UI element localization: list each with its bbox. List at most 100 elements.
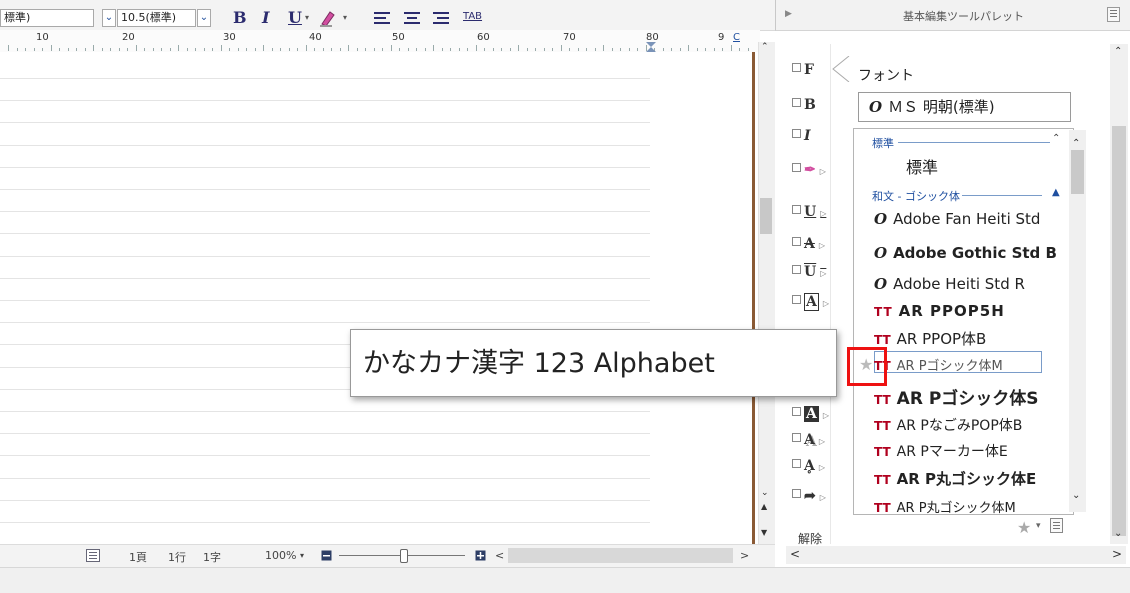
- ruler-tick: [594, 48, 596, 51]
- palette-collapse-icon[interactable]: ▶: [785, 9, 792, 19]
- chevron-up-icon[interactable]: ▲: [1052, 187, 1060, 198]
- opentype-icon: O: [869, 98, 883, 116]
- strikethrough-icon: A: [804, 236, 815, 252]
- list-item[interactable]: TT AR PPOP体B: [874, 328, 986, 349]
- chevron-down-icon[interactable]: ⌄: [197, 9, 211, 27]
- chevron-down-icon[interactable]: ▾: [1036, 521, 1041, 531]
- border-section-button[interactable]: A ▷: [792, 293, 832, 314]
- highlighter-icon[interactable]: [318, 8, 338, 28]
- ruler-tick: [526, 48, 528, 51]
- boxed-a-icon: A: [804, 293, 819, 311]
- ruler-tick: [543, 48, 545, 51]
- list-item[interactable]: O Adobe Heiti Std R: [874, 275, 1025, 293]
- document-scroll-thumb[interactable]: [760, 198, 772, 234]
- align-right-icon[interactable]: [433, 11, 449, 25]
- emphasis-section-button[interactable]: Ḁ ▷: [792, 458, 832, 478]
- ruler-tick: [611, 48, 613, 51]
- align-left-icon[interactable]: [374, 11, 390, 25]
- list-item[interactable]: O Adobe Fan Heiti Std: [874, 210, 1040, 228]
- favorite-star-icon[interactable]: ★: [859, 355, 873, 374]
- italic-button[interactable]: I: [262, 8, 269, 28]
- list-item[interactable]: TT AR P丸ゴシック体M: [874, 497, 1016, 514]
- scroll-up-icon[interactable]: ⌃: [761, 42, 769, 52]
- horizontal-scroll-thumb[interactable]: [508, 548, 733, 563]
- scroll-down-icon[interactable]: ⌄: [761, 488, 769, 498]
- zoom-slider-handle[interactable]: [400, 549, 408, 563]
- page-view-icon[interactable]: [86, 549, 100, 562]
- font-size-combo[interactable]: 10.5(標準): [117, 9, 196, 27]
- chevron-up-icon[interactable]: ⌃: [1052, 133, 1060, 144]
- zoom-in-icon[interactable]: [475, 550, 486, 561]
- font-list-scroll-thumb[interactable]: [1071, 150, 1084, 194]
- right-margin-marker-icon[interactable]: [645, 42, 657, 52]
- align-center-icon[interactable]: [404, 11, 420, 25]
- list-item[interactable]: TT AR Pゴシック体M: [874, 355, 1003, 374]
- list-item[interactable]: TT AR Pゴシック体S: [874, 384, 1039, 409]
- chevron-down-icon[interactable]: ▾: [343, 13, 347, 22]
- palette-menu-icon[interactable]: [1107, 7, 1120, 22]
- ruler-tick: [424, 48, 426, 51]
- ruler-tick: [135, 45, 137, 51]
- ruler-tick: [560, 45, 562, 51]
- zoom-out-icon[interactable]: [321, 550, 332, 561]
- ruler-tick: [110, 48, 111, 51]
- ruler-tick: [101, 48, 103, 51]
- list-item[interactable]: TT AR Pマーカー体E: [874, 441, 1008, 461]
- inverse-a-icon: A: [804, 406, 819, 422]
- font-name: AR PPOP体B: [896, 330, 987, 348]
- underline-button[interactable]: U: [288, 8, 302, 28]
- overline-icon: U: [804, 264, 817, 280]
- page-guide-line: [0, 478, 650, 479]
- highlighter-section-button[interactable]: ✒ ▷: [792, 162, 832, 182]
- current-font-field[interactable]: O ＭＳ 明朝(標準): [858, 92, 1071, 122]
- font-name: 標準: [906, 158, 939, 177]
- ruler-tick: [569, 48, 570, 51]
- chevron-down-icon[interactable]: ⌄: [102, 9, 116, 27]
- bold-section-letter: B: [804, 97, 816, 113]
- scroll-right-icon[interactable]: >: [740, 549, 749, 562]
- overline-section-button[interactable]: U ▷: [792, 264, 832, 284]
- scroll-up-icon[interactable]: ⌃: [1114, 46, 1122, 57]
- list-item[interactable]: TT AR P丸ゴシック体E: [874, 468, 1036, 489]
- ruler-tick: [237, 48, 239, 51]
- bold-button[interactable]: B: [233, 8, 247, 28]
- scroll-left-icon[interactable]: <: [790, 547, 800, 561]
- font-section-button[interactable]: F: [792, 62, 832, 82]
- underline-section-button[interactable]: U ▷: [792, 204, 832, 224]
- inverse-section-button[interactable]: A ▷: [792, 406, 832, 426]
- chevron-down-icon[interactable]: ▾: [305, 13, 309, 22]
- shadow-section-button[interactable]: A ▷: [792, 432, 832, 452]
- scroll-down-icon[interactable]: ⌄: [1114, 528, 1122, 539]
- list-item[interactable]: TT AR PなごみPOP体B: [874, 415, 1022, 435]
- scroll-right-icon[interactable]: >: [1112, 547, 1122, 561]
- list-item[interactable]: TT AR PPOP5H: [874, 302, 1005, 320]
- document-vertical-scrollbar[interactable]: [758, 42, 775, 544]
- tab-button[interactable]: TAB: [463, 11, 482, 22]
- ruler-tick: [169, 48, 171, 51]
- release-button[interactable]: 解除: [798, 530, 822, 547]
- list-item[interactable]: 標準: [906, 154, 938, 178]
- prev-page-icon[interactable]: ▲: [761, 502, 767, 511]
- truetype-icon: TT: [874, 333, 891, 347]
- ruler-tick: [8, 45, 9, 51]
- effect-section-button[interactable]: ➦ ▷: [792, 488, 832, 508]
- font-list[interactable]: 標準 ⌃ 標準 和文 - ゴシック体 ▲ O Adobe Fan Heiti St…: [853, 128, 1074, 515]
- paragraph-style-combo[interactable]: 標準): [0, 9, 94, 27]
- chevron-down-icon[interactable]: ▾: [300, 551, 304, 560]
- scroll-up-icon[interactable]: ⌃: [1072, 138, 1080, 149]
- document-page[interactable]: [0, 52, 756, 544]
- scroll-down-icon[interactable]: ⌄: [1072, 490, 1080, 501]
- next-page-icon[interactable]: ▼: [761, 528, 767, 537]
- page-guide-line: [0, 411, 650, 412]
- palette-horizontal-scrollbar[interactable]: < >: [786, 546, 1126, 564]
- list-item[interactable]: O Adobe Gothic Std B: [874, 244, 1057, 262]
- italic-section-button[interactable]: I: [792, 128, 832, 148]
- strikethrough-section-button[interactable]: A ▷: [792, 236, 832, 256]
- favorite-star-icon[interactable]: ★: [1017, 518, 1031, 537]
- palette-scroll-thumb[interactable]: [1112, 126, 1126, 536]
- effect-icon: ➦: [804, 488, 816, 504]
- scroll-left-icon[interactable]: <: [495, 549, 504, 562]
- font-settings-icon[interactable]: [1050, 518, 1063, 533]
- zoom-level[interactable]: 100%: [265, 549, 296, 562]
- bold-section-button[interactable]: B: [792, 97, 832, 117]
